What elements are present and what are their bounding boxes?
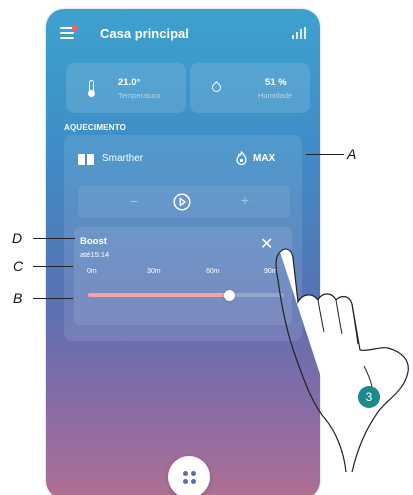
callout-line-d bbox=[33, 238, 75, 239]
boost-title: Boost bbox=[80, 236, 107, 247]
callout-b: B bbox=[13, 290, 23, 306]
thermostat-icon bbox=[78, 154, 94, 165]
humidity-value: 51 % bbox=[265, 77, 287, 88]
boost-until-time: até15:14 bbox=[80, 250, 110, 259]
step-badge: 3 bbox=[358, 386, 380, 408]
notification-dot bbox=[72, 25, 78, 31]
increase-button[interactable]: + bbox=[241, 192, 249, 208]
device-name[interactable]: Smarther bbox=[102, 153, 143, 164]
play-circle-icon[interactable] bbox=[173, 193, 191, 211]
home-title: Casa principal bbox=[100, 26, 189, 41]
flame-icon bbox=[236, 151, 247, 165]
signal-icon[interactable] bbox=[292, 27, 306, 39]
callout-a: A bbox=[347, 146, 357, 162]
temperature-card[interactable]: 21.0° Temperatura bbox=[66, 63, 186, 113]
apps-button[interactable] bbox=[168, 456, 210, 495]
callout-d: D bbox=[12, 230, 23, 246]
water-drop-icon bbox=[210, 81, 223, 94]
tick-label: 0m bbox=[87, 268, 97, 275]
temperature-value: 21.0° bbox=[118, 77, 141, 88]
control-bar: − + bbox=[78, 186, 290, 218]
humidity-label: Humidade bbox=[258, 91, 293, 100]
tick-label: 60m bbox=[206, 268, 220, 275]
tick-label: 30m bbox=[147, 268, 161, 275]
boost-duration-slider[interactable] bbox=[88, 289, 284, 301]
callout-line-a bbox=[306, 154, 344, 155]
thermometer-icon bbox=[87, 80, 95, 97]
callout-c: C bbox=[13, 258, 24, 274]
heating-section-title: AQUECIMENTO bbox=[64, 123, 127, 132]
slider-fill bbox=[88, 293, 229, 297]
slider-handle[interactable] bbox=[224, 289, 235, 301]
decrease-button[interactable]: − bbox=[130, 193, 138, 209]
temperature-label: Temperatura bbox=[118, 91, 161, 100]
top-bar: Casa principal bbox=[46, 9, 320, 57]
callout-line-b bbox=[33, 298, 73, 299]
mode-label[interactable]: MAX bbox=[253, 153, 275, 164]
callout-line-c bbox=[33, 266, 73, 267]
pointing-hand-illustration bbox=[275, 248, 409, 473]
humidity-card[interactable]: 51 % Humidade bbox=[190, 63, 310, 113]
